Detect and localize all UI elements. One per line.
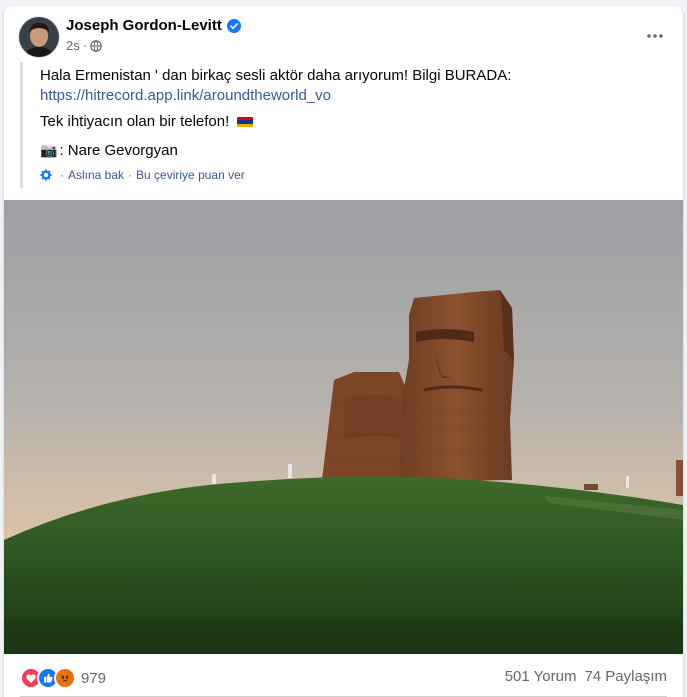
armenia-flag-emoji: [237, 117, 254, 127]
globe-icon[interactable]: [90, 39, 102, 52]
author-name-text[interactable]: Joseph Gordon-Levitt: [66, 17, 222, 34]
rate-translation-link[interactable]: Bu çeviriye puan ver: [136, 168, 245, 182]
camera-emoji: 📷: [40, 142, 58, 158]
author-name[interactable]: Joseph Gordon-Levitt: [66, 17, 241, 34]
translation-controls: · Aslına bak · Bu çeviriye puan ver: [40, 168, 245, 182]
comments-count[interactable]: 501 Yorum: [505, 668, 577, 685]
post-card: Joseph Gordon-Levitt 2s · Hala Ermenista…: [4, 6, 683, 697]
translate-separator: ·: [128, 168, 133, 182]
more-options-button[interactable]: [641, 22, 669, 50]
meta-separator: ·: [82, 38, 88, 53]
gear-icon: [40, 169, 52, 181]
post-photo[interactable]: [4, 200, 683, 654]
author-avatar[interactable]: [18, 16, 60, 58]
post-header: Joseph Gordon-Levitt 2s ·: [4, 6, 683, 62]
angry-reaction-icon: [54, 667, 76, 689]
post-link[interactable]: https://hitrecord.app.link/aroundtheworl…: [40, 87, 331, 104]
reaction-count[interactable]: 979: [81, 670, 106, 687]
photo-credit-text: : Nare Gevorgyan: [59, 142, 178, 159]
translate-separator-lead: ·: [60, 168, 64, 182]
photo-credit-row: 📷: Nare Gevorgyan: [40, 140, 178, 161]
post-text-line-1: Hala Ermenistan ' dan birkaç sesli aktör…: [40, 67, 512, 84]
more-options-icon: [647, 34, 663, 38]
shares-count[interactable]: 74 Paylaşım: [584, 668, 667, 685]
see-original-link[interactable]: Aslına bak: [68, 168, 124, 182]
verified-badge-icon: [226, 18, 241, 33]
post-text-line-2: Tek ihtiyacın olan bir telefon!: [40, 113, 230, 130]
post-meta: 2s ·: [66, 38, 102, 53]
post-timestamp[interactable]: 2s: [66, 38, 80, 53]
post-footer: 979 501 Yorum 74 Paylaşım: [4, 654, 683, 697]
engagement-stats: 501 Yorum 74 Paylaşım: [497, 668, 667, 685]
monument-photo: [4, 200, 683, 654]
post-text-line-2-row: Tek ihtiyacın olan bir telefon!: [40, 112, 254, 132]
reaction-summary[interactable]: 979: [20, 667, 106, 689]
translated-post-body: Hala Ermenistan ' dan birkaç sesli aktör…: [20, 62, 671, 188]
